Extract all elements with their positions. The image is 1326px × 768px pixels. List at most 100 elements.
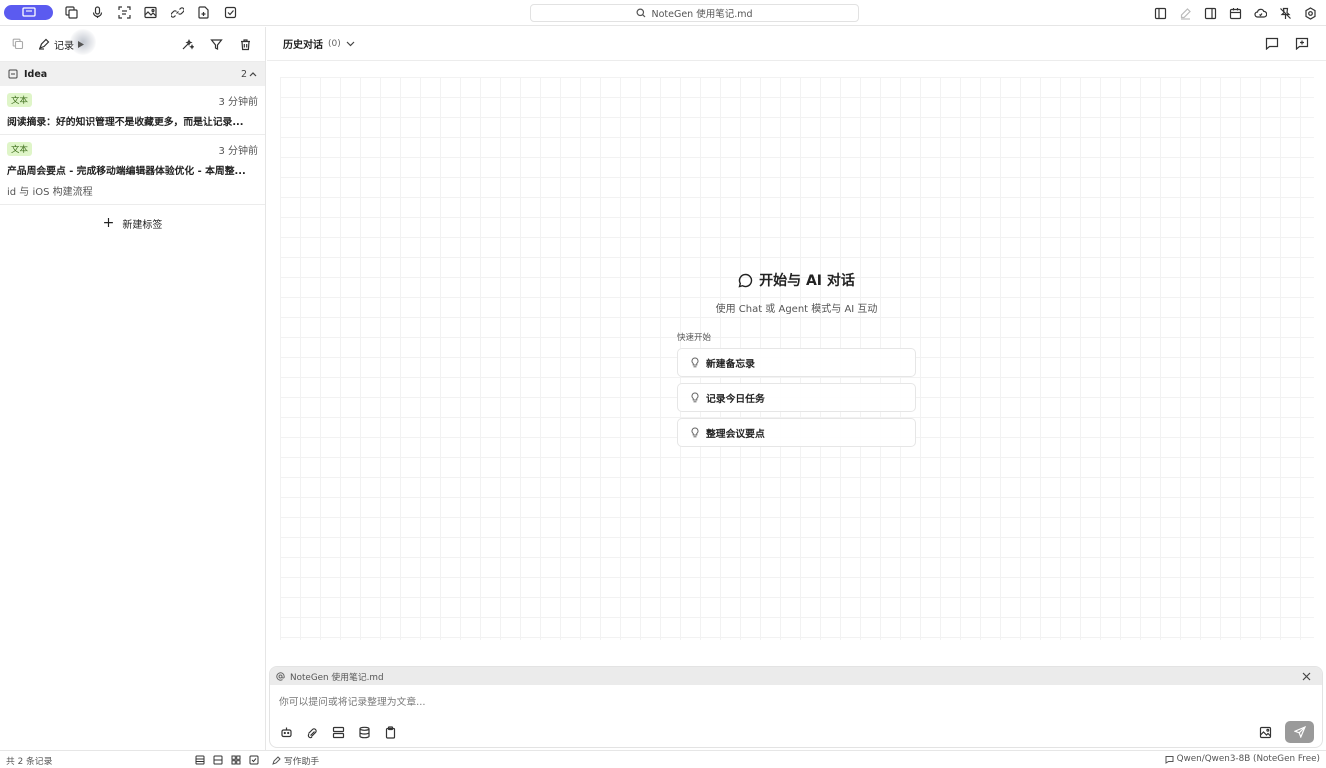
view-mode-switch xyxy=(194,754,266,765)
new-tag-button[interactable]: + 新建标签 xyxy=(0,205,265,241)
sidebar-tab-records[interactable]: 记录 xyxy=(34,29,96,55)
sparkles-organize-icon[interactable] xyxy=(179,36,195,52)
quick-start-item-label: 记录今日任务 xyxy=(706,393,765,405)
file-plus-icon[interactable] xyxy=(196,4,212,20)
welcome-title: 开始与 AI 对话 xyxy=(759,273,855,289)
tag-group-header[interactable]: Idea 2 xyxy=(0,61,265,86)
lightbulb-icon xyxy=(691,427,699,438)
status-bar: 共 2 条记录 写作助手 Qwen/Qwen3-8B (NoteGen Free… xyxy=(0,750,1326,768)
new-chat-icon[interactable] xyxy=(1264,36,1280,52)
quick-start-item[interactable]: 整理会议要点 xyxy=(677,418,916,447)
quick-start-item[interactable]: 新建备忘录 xyxy=(677,348,916,377)
sidebar-tab-files[interactable] xyxy=(8,34,28,54)
top-toolbar: NoteGen 使用笔记.md xyxy=(0,0,1326,26)
cloud-sync-icon[interactable] xyxy=(1252,5,1268,21)
note-type-badge: 文本 xyxy=(7,142,33,156)
quick-start-item-label: 新建备忘录 xyxy=(706,358,755,370)
new-tag-label: 新建标签 xyxy=(122,219,163,231)
select-check-icon[interactable] xyxy=(248,754,259,765)
cursor-pointer-icon xyxy=(78,40,84,48)
files-icon xyxy=(12,38,24,50)
search-title-text: NoteGen 使用笔记.md xyxy=(651,9,753,20)
image-upload-icon[interactable] xyxy=(1257,724,1273,740)
settings-gear-icon[interactable] xyxy=(1302,5,1318,21)
list-item[interactable]: 文本 3 分钟前 产品周会要点 - 完成移动端编辑器体验优化 - 本周整... … xyxy=(0,135,265,205)
tag-group-name: Idea xyxy=(24,68,48,80)
quick-start-item[interactable]: 记录今日任务 xyxy=(677,383,916,412)
welcome-title-row: 开始与 AI 对话 xyxy=(267,270,1326,290)
chat-bubble-icon xyxy=(738,273,753,287)
list-item[interactable]: 文本 3 分钟前 阅读摘录：好的知识管理不是收藏更多，而是让记录... xyxy=(0,86,265,135)
note-title: 产品周会要点 - 完成移动端编辑器体验优化 - 本周整... xyxy=(7,166,246,177)
note-meta: 文本 3 分钟前 xyxy=(7,141,258,157)
model-selector[interactable]: Qwen/Qwen3-8B (NoteGen Free) xyxy=(1165,754,1320,764)
pen-tool-icon xyxy=(272,756,281,765)
chat-header: 历史对话 (0) xyxy=(267,27,1326,61)
clipboard-icon[interactable] xyxy=(382,724,398,740)
model-name: Qwen/Qwen3-8B (NoteGen Free) xyxy=(1176,754,1320,764)
close-icon[interactable] xyxy=(1302,672,1311,681)
send-button[interactable] xyxy=(1285,721,1314,743)
compact-view-icon[interactable] xyxy=(212,754,223,765)
sidebar-header: 记录 xyxy=(0,27,265,61)
note-time: 3 分钟前 xyxy=(218,96,258,108)
note-title: 阅读摘录：好的知识管理不是收藏更多，而是让记录... xyxy=(7,117,244,128)
title-search-box[interactable]: NoteGen 使用笔记.md xyxy=(530,4,859,22)
writing-assistant-toggle[interactable]: 写作助手 xyxy=(272,754,319,767)
trash-icon[interactable] xyxy=(237,36,253,52)
search-icon xyxy=(636,8,646,18)
chevron-up-icon xyxy=(249,72,257,77)
record-count: 共 2 条记录 xyxy=(6,757,53,767)
records-sidebar: 记录 Idea 2 文本 3 分钟前 阅读摘录：好的知识管理不是收藏更多，而是让… xyxy=(0,27,266,750)
chat-panel: 历史对话 (0) 开始与 AI 对话 使用 Chat 或 Agent 模式与 A… xyxy=(267,27,1326,750)
sidebar-tools xyxy=(166,36,253,52)
quick-start: 快速开始 新建备忘录 记录今日任务 整理会议要点 xyxy=(677,331,916,453)
grid-view-icon[interactable] xyxy=(230,754,241,765)
filter-icon[interactable] xyxy=(208,36,224,52)
send-icon xyxy=(1293,726,1306,738)
scan-text-icon[interactable] xyxy=(116,4,132,20)
quick-start-item-label: 整理会议要点 xyxy=(706,428,765,440)
composer-right-actions xyxy=(1257,721,1314,743)
mcp-tool-icon[interactable] xyxy=(304,724,320,740)
context-file-bar: NoteGen 使用笔记.md xyxy=(270,667,1322,685)
link-icon[interactable] xyxy=(169,4,185,20)
microphone-icon[interactable] xyxy=(90,4,106,20)
note-card-icon xyxy=(21,7,36,17)
toolbar-right-group xyxy=(1143,5,1318,21)
record-mode-button[interactable] xyxy=(4,4,53,20)
calendar-icon[interactable] xyxy=(1227,5,1243,21)
pin-off-icon[interactable] xyxy=(1277,5,1293,21)
chat-model-icon xyxy=(1165,755,1174,764)
history-dropdown-label[interactable]: 历史对话 xyxy=(283,36,323,51)
app-window: NoteGen 使用笔记.md 记录 Idea 2 文本 3 分钟前 阅读摘录：… xyxy=(0,0,1326,768)
database-icon[interactable] xyxy=(356,724,372,740)
writing-assistant-label: 写作助手 xyxy=(284,757,320,767)
chat-composer: NoteGen 使用笔记.md 你可以提问或将记录整理为文章... xyxy=(269,666,1323,748)
tag-group-count: 2 xyxy=(241,69,257,80)
welcome-subtitle: 使用 Chat 或 Agent 模式与 AI 互动 xyxy=(715,304,878,315)
note-snippet: id 与 iOS 构建流程 xyxy=(7,187,93,198)
sidebar-right-toggle-icon[interactable] xyxy=(1202,5,1218,21)
chat-plus-icon[interactable] xyxy=(1294,36,1310,52)
agent-bot-icon[interactable] xyxy=(278,724,294,740)
chat-input[interactable]: 你可以提问或将记录整理为文章... xyxy=(270,685,1322,717)
list-view-icon[interactable] xyxy=(194,754,205,765)
edit-icon[interactable] xyxy=(1177,5,1193,21)
toolbar-left-group xyxy=(4,4,249,20)
at-sign-icon xyxy=(276,671,285,681)
tag-group-count-value: 2 xyxy=(240,68,247,80)
pen-icon xyxy=(38,38,50,50)
lightbulb-icon xyxy=(691,357,699,368)
copy-icon[interactable] xyxy=(63,4,79,20)
layout-rows-icon[interactable] xyxy=(330,724,346,740)
sidebar-left-toggle-icon[interactable] xyxy=(1152,5,1168,21)
composer-toolbar xyxy=(270,717,1322,747)
todo-check-icon[interactable] xyxy=(222,4,238,20)
plus-icon: + xyxy=(102,215,115,231)
chevron-down-icon[interactable] xyxy=(346,41,355,47)
image-icon[interactable] xyxy=(143,4,159,20)
note-type-badge: 文本 xyxy=(7,93,33,107)
welcome-block: 开始与 AI 对话 使用 Chat 或 Agent 模式与 AI 互动 xyxy=(267,270,1326,315)
chat-header-actions xyxy=(1250,36,1310,52)
